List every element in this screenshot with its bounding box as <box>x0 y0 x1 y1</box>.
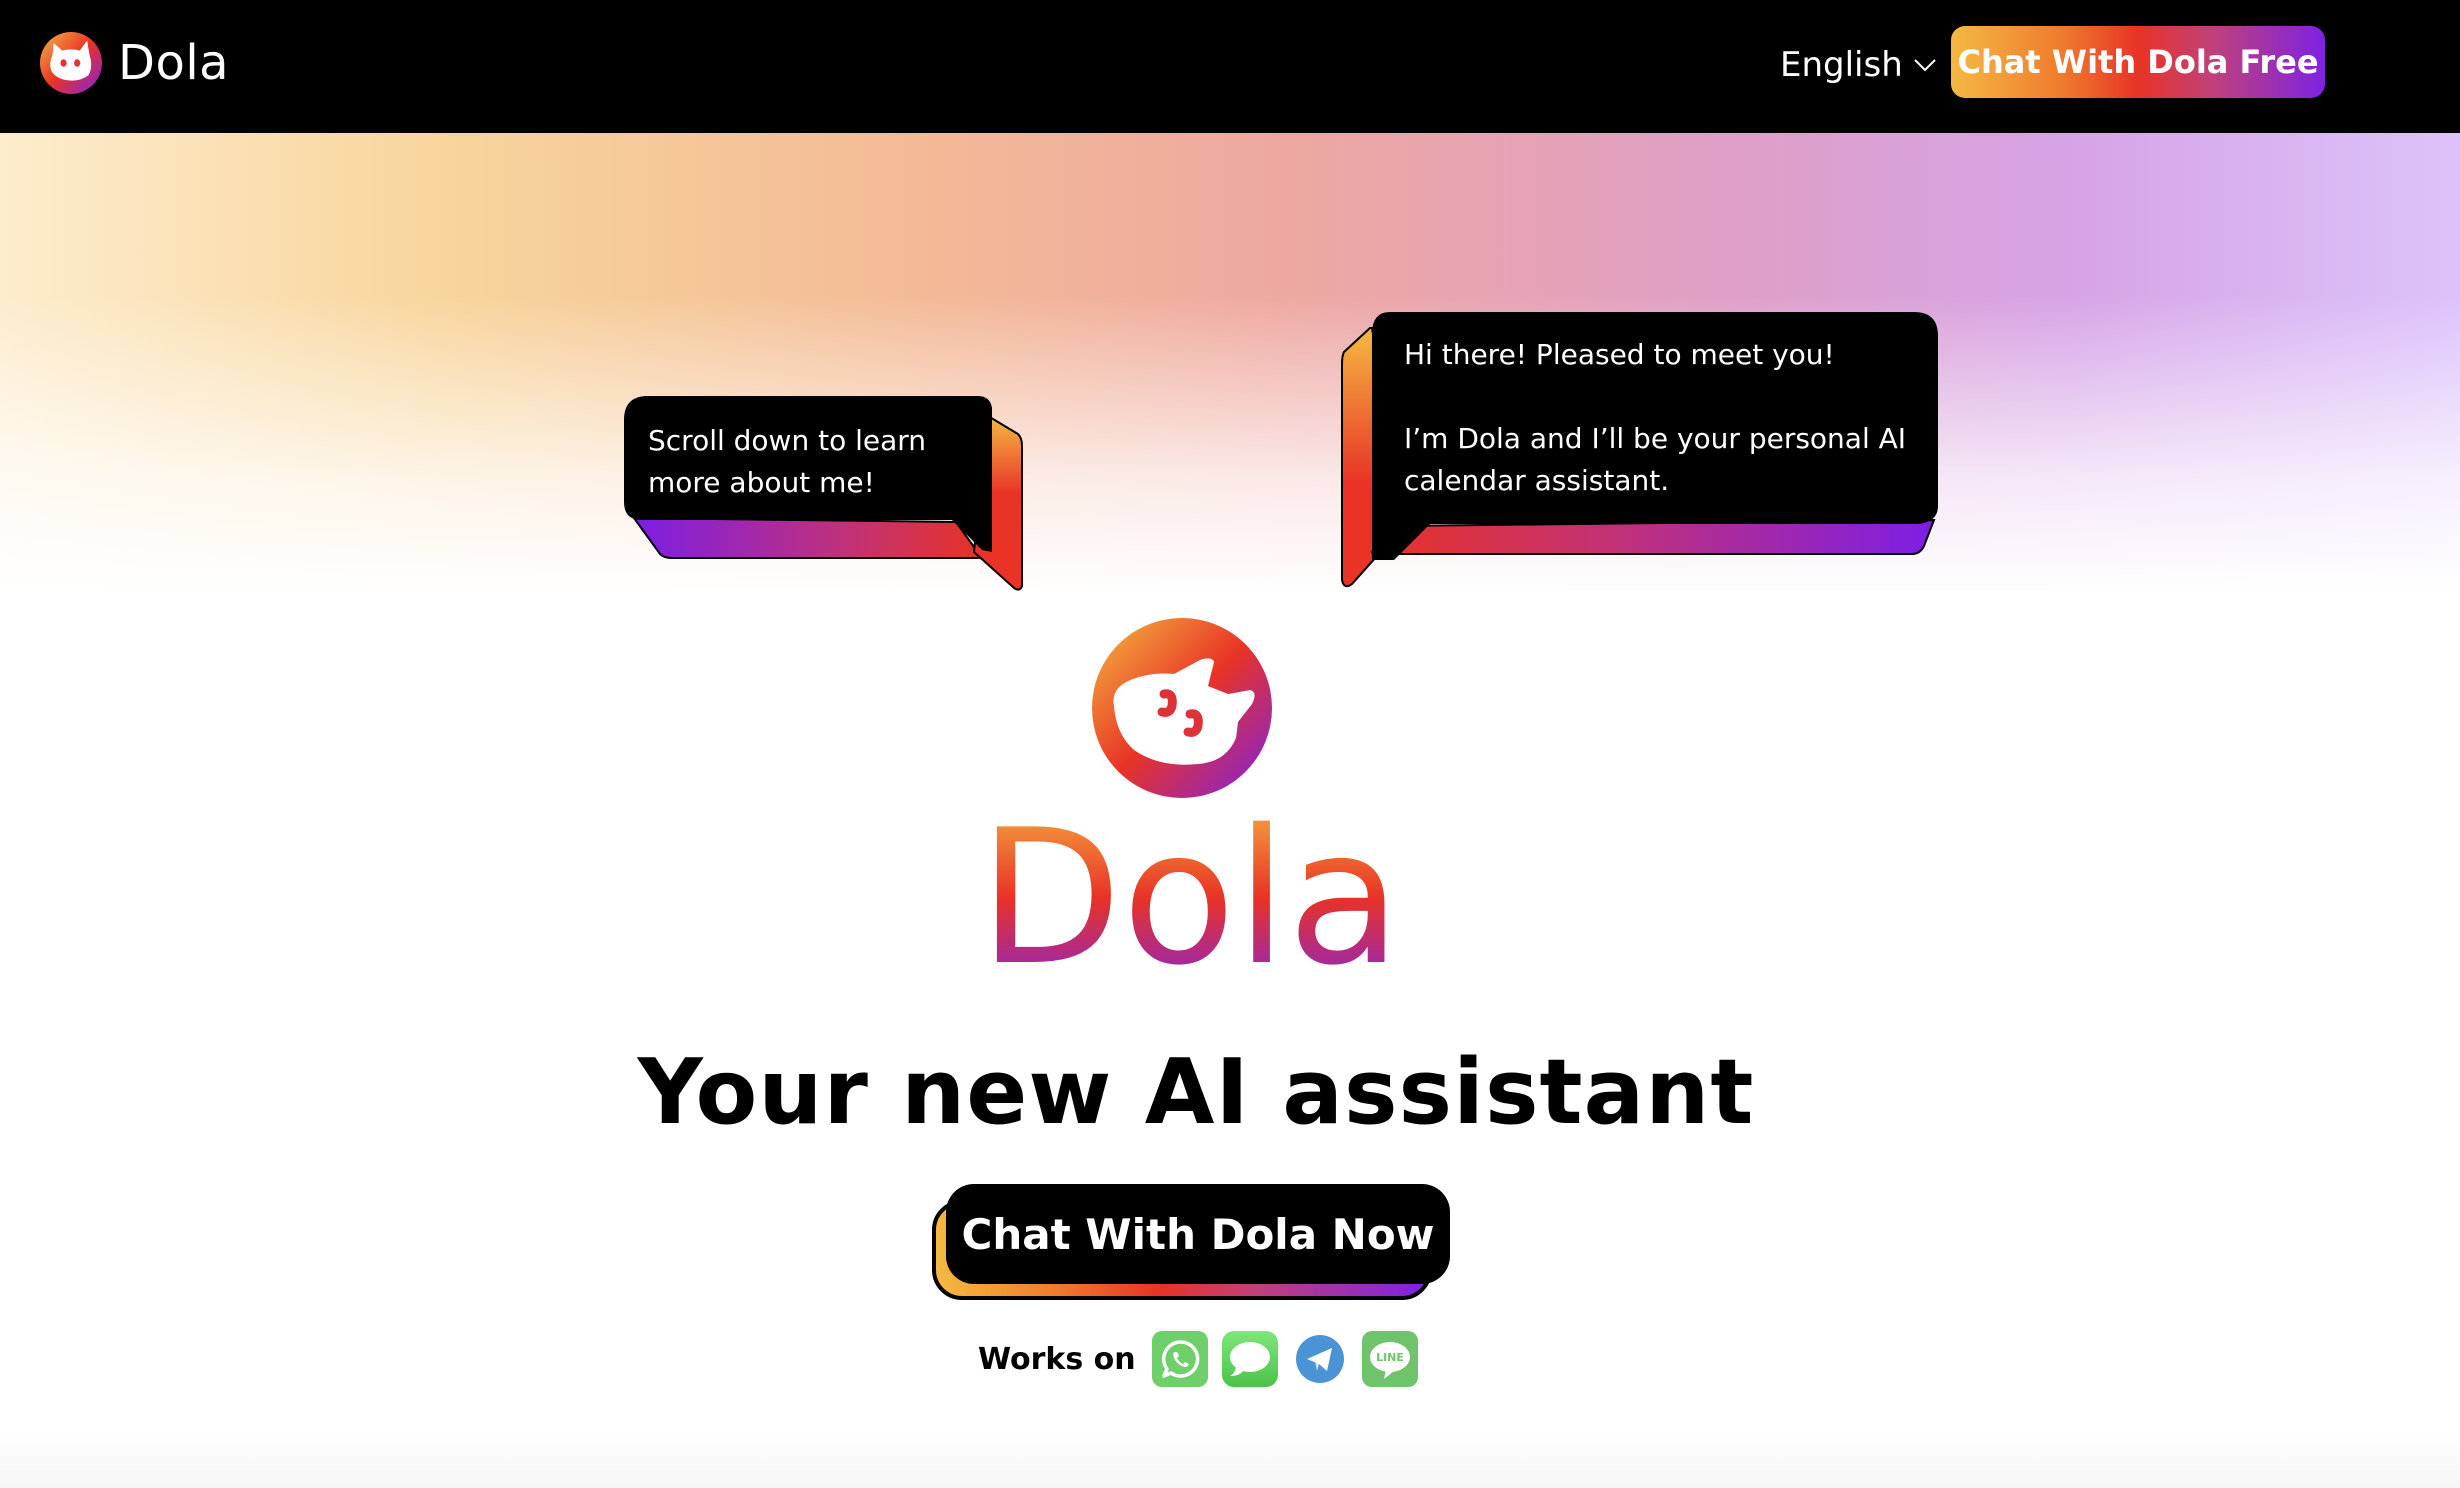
chat-with-dola-now-button[interactable]: Chat With Dola Now <box>930 1180 1452 1304</box>
line-icon-text: LINE <box>1376 1351 1404 1364</box>
top-nav-bar: Dola English Chat With Dola Free <box>0 0 2460 133</box>
messages-icon[interactable] <box>1221 1331 1278 1387</box>
bubble-right-text: Hi there! Pleased to meet you! I’m Dola … <box>1404 338 1907 497</box>
dola-wordmark: Dola <box>980 790 1400 980</box>
brand-home-link[interactable]: Dola <box>40 32 229 94</box>
works-on-label: Works on <box>978 1341 1136 1377</box>
bubble-left-text: Scroll down to learn more about me! <box>648 424 927 499</box>
line-icon[interactable]: LINE <box>1361 1331 1418 1387</box>
telegram-icon[interactable] <box>1292 1331 1348 1387</box>
chevron-down-icon <box>1914 59 1936 72</box>
dola-mascot-icon <box>1092 618 1272 798</box>
chat-with-dola-free-button[interactable]: Chat With Dola Free <box>1951 26 2325 98</box>
speech-bubble-scroll-hint: Scroll down to learn more about me! <box>622 394 1024 592</box>
dola-logo-icon <box>40 32 102 94</box>
page-bottom-fade <box>0 1430 2460 1488</box>
brand-name: Dola <box>118 35 230 91</box>
wordmark-text: Dola <box>980 790 1400 980</box>
speech-bubble-greeting: Hi there! Pleased to meet you! I’m Dola … <box>1341 310 1944 592</box>
hero-gradient-background <box>0 133 2460 593</box>
whatsapp-icon[interactable] <box>1151 1331 1208 1387</box>
language-selector[interactable]: English <box>1780 40 1937 90</box>
language-selected-label: English <box>1780 45 1903 85</box>
hero-tagline: Your new AI assistant <box>637 1040 1755 1145</box>
works-on-row: Works on LINE <box>978 1330 1432 1388</box>
chat-with-dola-now-label[interactable]: Chat With Dola Now <box>946 1184 1450 1284</box>
